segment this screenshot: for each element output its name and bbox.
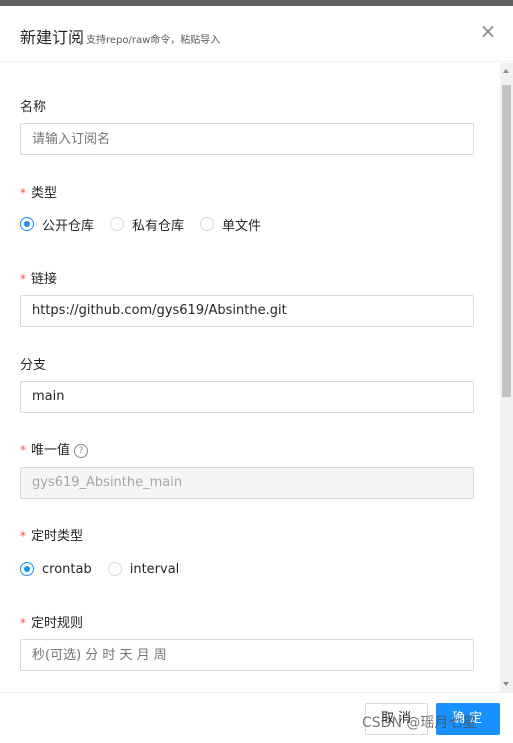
required-mark: * xyxy=(20,272,26,286)
link-input[interactable]: https://github.com/gys619/Absinthe.git xyxy=(20,295,474,327)
required-mark: * xyxy=(20,186,26,200)
link-label-text: 链接 xyxy=(31,272,58,287)
schedule-option-interval[interactable]: interval xyxy=(107,561,180,577)
schedule-type-label-text: 定时类型 xyxy=(31,529,84,544)
dialog-header: 新建订阅 支持repo/raw命令，粘贴导入 × xyxy=(0,6,513,62)
type-option-single-file[interactable]: 单文件 xyxy=(200,215,261,234)
unique-label: * 唯一值? xyxy=(20,439,89,458)
type-radio-group: 公开仓库 私有仓库 单文件 xyxy=(20,214,277,234)
schedule-rule-label-text: 定时规则 xyxy=(31,616,84,631)
dialog-title-text: 新建订阅 xyxy=(20,28,85,47)
schedule-option-label: crontab xyxy=(42,561,92,577)
radio-unchecked-icon[interactable] xyxy=(110,217,125,231)
unique-label-text: 唯一值 xyxy=(31,443,71,458)
radio-unchecked-icon[interactable] xyxy=(200,217,215,231)
unique-value-input: gys619_Absinthe_main xyxy=(20,467,474,499)
schedule-rule-label: * 定时规则 xyxy=(20,612,83,631)
schedule-type-radio-group: crontab interval xyxy=(20,559,195,579)
watermark: CSDN @瑶月七星 xyxy=(362,715,477,731)
link-label: * 链接 xyxy=(20,268,57,287)
scroll-down-icon[interactable] xyxy=(503,682,509,686)
close-icon[interactable]: × xyxy=(477,20,499,42)
schedule-rule-input[interactable] xyxy=(20,639,474,671)
type-option-label: 单文件 xyxy=(222,218,262,234)
branch-input[interactable]: main xyxy=(20,381,474,413)
required-mark: * xyxy=(20,529,26,543)
dialog-body: 名称 *类型 公开仓库 私有仓库 单文件 *链接 https://github xyxy=(0,63,513,692)
required-mark: * xyxy=(20,443,26,457)
question-circle-icon[interactable]: ? xyxy=(74,443,89,458)
schedule-type-label: * 定时类型 xyxy=(20,525,83,544)
name-label: 名称 xyxy=(20,96,46,115)
dialog-title: 新建订阅 支持repo/raw命令，粘贴导入 xyxy=(20,24,220,48)
name-input[interactable] xyxy=(20,123,474,155)
new-subscription-dialog: 新建订阅支持repo/raw命令，粘贴导入 × 名称 * 类型 公开仓库 私有仓库… xyxy=(0,6,513,743)
name-label-text: 名称 xyxy=(20,100,47,115)
scrollbar[interactable] xyxy=(500,63,513,692)
scroll-up-icon[interactable] xyxy=(503,69,509,73)
type-label: * 类型 xyxy=(20,182,57,201)
radio-checked-icon[interactable] xyxy=(20,562,34,576)
dialog-subtitle: 支持repo/raw命令，粘贴导入 xyxy=(86,35,221,46)
type-option-public-repo[interactable]: 公开仓库 xyxy=(20,215,94,234)
type-option-label: 公开仓库 xyxy=(42,218,95,234)
radio-unchecked-icon[interactable] xyxy=(107,562,122,576)
type-label-text: 类型 xyxy=(31,186,58,201)
scrollbar-thumb[interactable] xyxy=(502,85,511,397)
type-option-private-repo[interactable]: 私有仓库 xyxy=(110,215,184,234)
schedule-option-label: interval xyxy=(129,561,180,577)
required-mark: * xyxy=(20,616,26,630)
radio-checked-icon[interactable] xyxy=(20,217,34,231)
type-option-label: 私有仓库 xyxy=(132,218,185,234)
schedule-option-crontab[interactable]: crontab xyxy=(20,562,92,577)
branch-label-text: 分支 xyxy=(20,358,47,373)
branch-label: 分支 xyxy=(20,354,46,373)
